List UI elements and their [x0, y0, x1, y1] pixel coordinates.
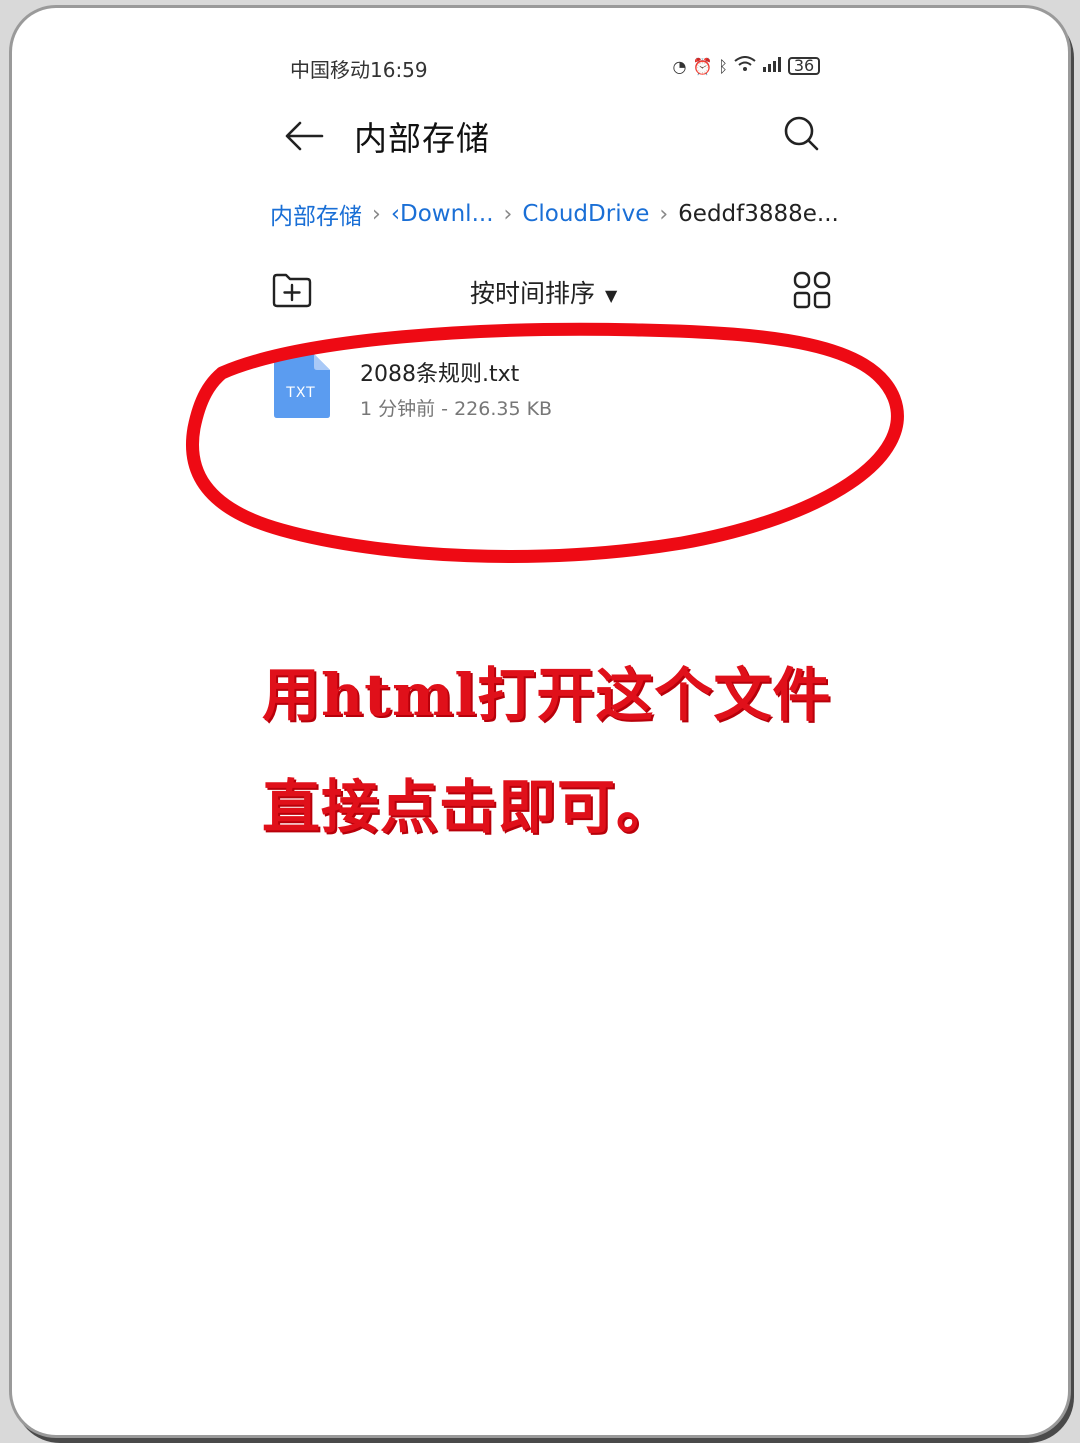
screenshot-frame: 中国移动16:59 ◔ ⏰ ᛒ 36 内部存储 内部存储 › ‹Downl...… — [12, 8, 1068, 1435]
breadcrumb-item-current: 6eddf3888e... — [678, 201, 839, 227]
chevron-right-icon: › — [503, 201, 513, 227]
breadcrumb-item-clouddrive[interactable]: CloudDrive — [522, 201, 649, 227]
page-title: 内部存储 — [354, 119, 490, 158]
breadcrumb-item-root[interactable]: 内部存储 — [270, 197, 362, 231]
toolbar: 按时间排序 ▼ — [270, 270, 832, 314]
carrier-time: 中国移动16:59 — [290, 58, 428, 82]
sort-label: 按时间排序 — [470, 279, 596, 308]
annotation-line-2: 直接点击即可。 — [262, 773, 676, 841]
wifi-icon — [734, 56, 756, 76]
sort-dropdown[interactable]: 按时间排序 ▼ — [470, 274, 617, 310]
nfc-icon: ◔ — [672, 56, 687, 76]
title-bar: 内部存储 — [282, 108, 822, 164]
search-icon[interactable] — [782, 114, 822, 154]
chevron-right-icon: › — [659, 201, 669, 227]
breadcrumb-item-download[interactable]: ‹Downl... — [391, 201, 494, 227]
signal-icon — [762, 56, 782, 76]
new-folder-icon[interactable] — [270, 270, 314, 310]
alarm-icon: ⏰ — [692, 56, 713, 76]
back-arrow-icon[interactable] — [282, 114, 326, 158]
battery-icon: 36 — [788, 57, 820, 75]
red-highlight-circle — [185, 322, 904, 563]
bluetooth-icon: ᛒ — [718, 56, 728, 76]
chevron-right-icon: › — [372, 201, 381, 227]
grid-view-icon[interactable] — [792, 270, 832, 310]
annotation-line-1: 用html打开这个文件 — [262, 661, 832, 729]
caret-down-icon: ▼ — [605, 285, 618, 305]
status-bar: 中国移动16:59 ◔ ⏰ ᛒ 36 — [290, 52, 820, 82]
breadcrumb: 内部存储 › ‹Downl... › CloudDrive › 6eddf388… — [270, 196, 850, 232]
status-icons: ◔ ⏰ ᛒ 36 — [672, 52, 820, 80]
